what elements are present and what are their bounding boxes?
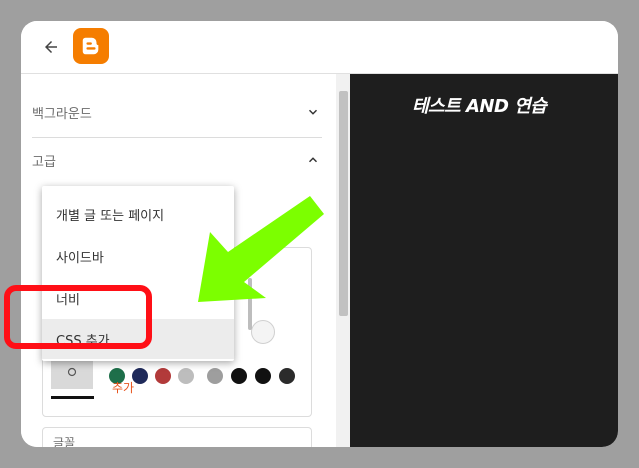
divider — [32, 137, 322, 138]
red-highlight-box — [4, 285, 152, 349]
font-field[interactable]: 글꼴 — [42, 427, 312, 447]
menu-item-label: 개별 글 또는 페이지 — [56, 208, 165, 224]
green-arrow-annotation — [198, 196, 324, 302]
paint-icon — [67, 367, 77, 377]
color-swatch[interactable] — [207, 368, 223, 384]
menu-item-label: 사이드바 — [56, 250, 104, 266]
color-swatch[interactable] — [132, 368, 148, 384]
blogger-logo-icon[interactable] — [73, 28, 109, 64]
selected-color-indicator — [51, 396, 94, 399]
chevron-down-icon — [308, 109, 318, 115]
color-swatch[interactable] — [155, 368, 171, 384]
toggle-switch[interactable] — [251, 320, 275, 344]
color-swatch[interactable] — [255, 368, 271, 384]
section-background[interactable]: 백그라운드 — [32, 92, 322, 132]
back-arrow-icon — [45, 41, 57, 53]
section-advanced[interactable]: 고급 — [32, 140, 322, 180]
color-swatch[interactable] — [279, 368, 295, 384]
color-swatch[interactable] — [231, 368, 247, 384]
color-swatch[interactable] — [178, 368, 194, 384]
section-advanced-label: 고급 — [32, 154, 56, 170]
preview-blog-title: 테스트 AND 연습 — [412, 96, 547, 117]
chevron-up-icon — [308, 157, 318, 163]
sidebar-scrollbar-thumb[interactable] — [339, 91, 348, 316]
font-field-label: 글꼴 — [53, 436, 76, 447]
blog-preview: 테스트 AND 연습 — [350, 74, 618, 447]
top-bar — [21, 21, 618, 74]
add-color-link[interactable]: 추가 — [112, 379, 134, 396]
back-button[interactable] — [37, 33, 65, 61]
section-background-label: 백그라운드 — [32, 106, 92, 122]
